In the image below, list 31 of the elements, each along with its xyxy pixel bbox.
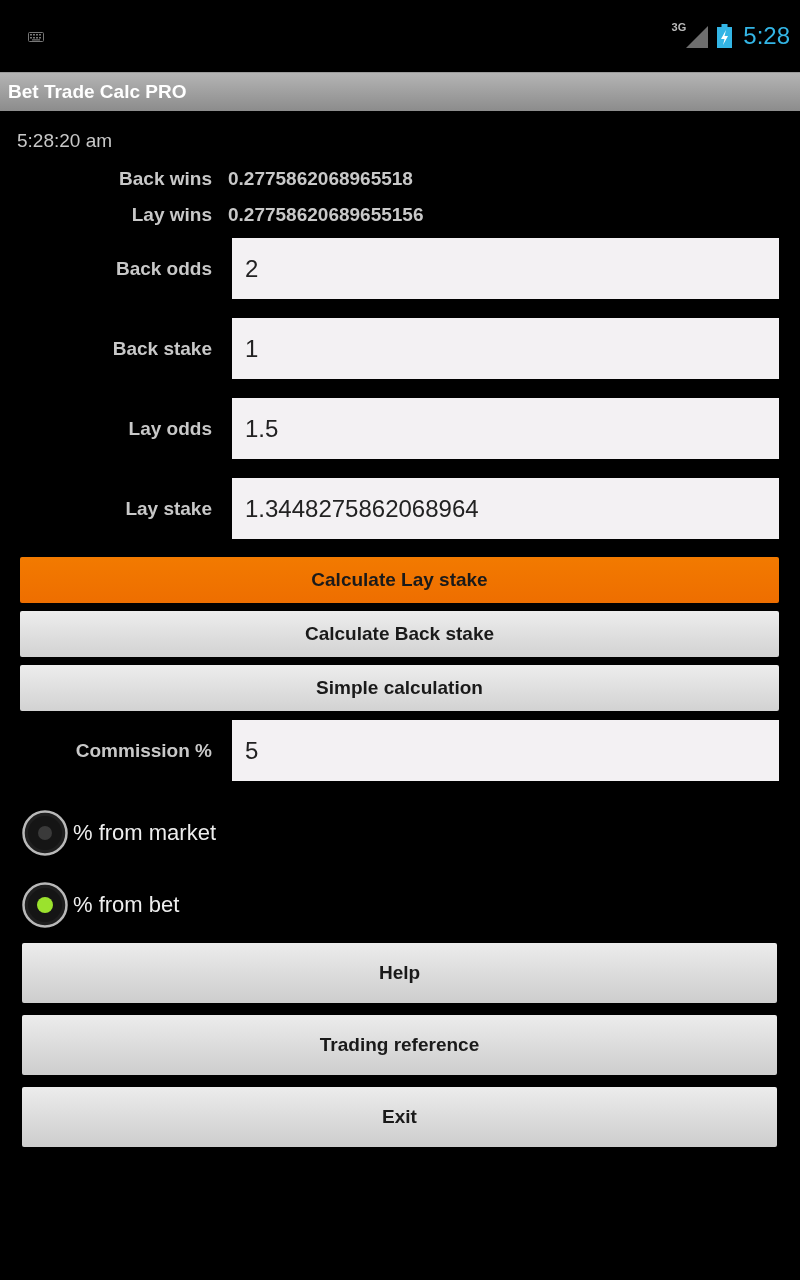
signal-icon <box>686 25 709 48</box>
field-label: Lay odds <box>127 417 212 440</box>
calculate-button[interactable]: Simple calculation <box>20 665 779 711</box>
timestamp: 5:28:20 am <box>17 129 113 153</box>
radio-label[interactable]: % from market <box>73 820 217 846</box>
radio-label[interactable]: % from bet <box>73 892 180 918</box>
menu-button[interactable]: Help <box>22 943 777 1003</box>
menu-button[interactable]: Trading reference <box>22 1015 777 1075</box>
result-value: 0.2775862068965518 <box>228 168 413 190</box>
radio-button[interactable] <box>22 810 68 856</box>
status-time: 5:28 <box>743 22 790 50</box>
input-field[interactable]: 5 <box>232 720 779 781</box>
field-label: Lay stake <box>124 497 212 520</box>
input-field[interactable]: 1.3448275862068964 <box>232 478 779 539</box>
field-label: Back odds <box>114 257 212 280</box>
result-label: Lay wins <box>130 204 212 226</box>
keyboard-icon <box>28 32 44 42</box>
field-label: Back stake <box>111 337 212 360</box>
battery-charging-icon <box>717 24 733 48</box>
calculate-button[interactable]: Calculate Back stake <box>20 611 779 657</box>
radio-button[interactable] <box>22 882 68 928</box>
input-field[interactable]: 2 <box>232 238 779 299</box>
app-title: Bet Trade Calc PRO <box>8 81 187 103</box>
result-label: Back wins <box>118 168 212 190</box>
input-field[interactable]: 1.5 <box>232 398 779 459</box>
menu-button[interactable]: Exit <box>22 1087 777 1147</box>
field-label: Commission % <box>74 739 212 762</box>
network-type: 3G <box>671 21 687 33</box>
calculate-button[interactable]: Calculate Lay stake <box>20 557 779 603</box>
input-field[interactable]: 1 <box>232 318 779 379</box>
result-value: 0.27758620689655156 <box>228 204 424 226</box>
